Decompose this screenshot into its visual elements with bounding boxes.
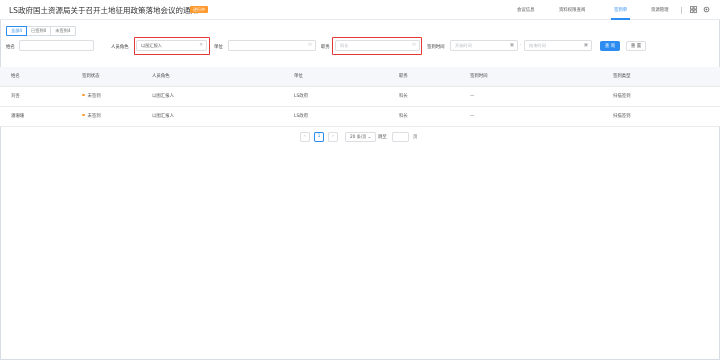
column-header-signin-time: 签到时间	[470, 74, 488, 79]
table-header: 姓名 签到状态 人员角色 单位 职务 签到时间 签到类型	[0, 67, 720, 87]
nav-item-resources[interactable]: 资源管理	[651, 7, 669, 13]
status-dot	[82, 93, 85, 97]
page-title: LS政府国土资源局关于召开土地征用政策落地会议的通知	[9, 6, 198, 15]
cell-role: 以图汇报人	[152, 114, 174, 119]
goto-label: 跳至	[378, 135, 387, 140]
goto-page-input[interactable]	[392, 132, 409, 142]
status-badge: 进行中	[190, 6, 208, 13]
cell-unit: LS政府	[294, 114, 309, 119]
name-label: 姓名	[6, 45, 15, 50]
nav-active-indicator	[611, 18, 630, 20]
nav-divider	[681, 7, 682, 14]
cell-status: 未签到	[82, 87, 101, 107]
cell-signin-time: —	[470, 94, 475, 99]
cell-signin-time: —	[470, 114, 475, 119]
column-header-signin-type: 签到类型	[613, 74, 631, 79]
status-tabs: 全部4 已签到0 未签到4	[6, 26, 76, 36]
column-header-position: 职务	[399, 74, 408, 79]
cell-position: 科长	[399, 114, 408, 119]
signin-time-label: 签到时间	[427, 45, 445, 50]
cell-role: 以图汇报人	[152, 94, 174, 99]
table-row[interactable]: 刘杏 未签到 以图汇报人 LS政府 科长 — 扫描签到	[0, 87, 720, 107]
cell-name: 刘杏	[11, 94, 20, 99]
top-bar: LS政府国土资源局关于召开土地征用政策落地会议的通知 进行中 会议信息 资料权限…	[0, 0, 720, 20]
column-header-status: 签到状态	[82, 74, 100, 79]
cell-position: 科长	[399, 94, 408, 99]
cell-name: 潘珊珊	[11, 114, 25, 119]
page-size-value: 20 条/页	[350, 134, 367, 139]
tab-signed-in[interactable]: 已签到0	[26, 26, 52, 36]
nav-item-meeting-info[interactable]: 会议信息	[517, 7, 535, 13]
cell-status: 未签到	[82, 107, 101, 127]
calendar-icon: ▣	[583, 43, 588, 48]
unit-select[interactable]: ⚇	[228, 40, 316, 51]
unit-label: 单位	[214, 45, 223, 50]
cell-unit: LS政府	[294, 94, 309, 99]
query-button[interactable]: 查 询	[600, 41, 620, 51]
pagination: ‹ 1 › 20 条/页 ⌄ 跳至 页	[0, 132, 720, 142]
position-label: 职务	[321, 45, 330, 50]
page-button[interactable]: 1	[314, 132, 324, 142]
page-unit-label: 页	[413, 135, 418, 140]
nav-item-materials[interactable]: 资料权限查阅	[559, 7, 585, 13]
start-time-placeholder: 开始时间	[455, 43, 472, 48]
end-time-input[interactable]: 结束时间 ▣	[524, 40, 592, 51]
column-header-name: 姓名	[11, 74, 20, 79]
status-dot	[82, 113, 85, 117]
prev-page-button[interactable]: ‹	[300, 132, 310, 142]
end-time-placeholder: 结束时间	[529, 43, 546, 48]
start-time-input[interactable]: 开始时间 ▣	[450, 40, 518, 51]
user-icon: ⚇	[307, 43, 312, 48]
calendar-icon: ▣	[509, 43, 514, 48]
highlight-box-role	[134, 37, 210, 55]
highlight-box-position	[332, 37, 422, 55]
page-size-select[interactable]: 20 条/页 ⌄	[345, 132, 377, 142]
cell-signin-type: 扫描签到	[613, 114, 631, 119]
reset-button[interactable]: 重 置	[626, 41, 646, 51]
role-label: 人员角色	[111, 45, 129, 50]
grid-icon[interactable]	[689, 5, 698, 14]
status-text: 未签到	[87, 114, 101, 119]
chevron-down-icon: ⌄	[367, 134, 372, 139]
table-row[interactable]: 潘珊珊 未签到 以图汇报人 LS政府 科长 — 扫描签到	[0, 107, 720, 127]
status-text: 未签到	[87, 94, 101, 99]
tab-all[interactable]: 全部4	[6, 26, 28, 36]
column-header-role: 人员角色	[152, 74, 170, 79]
gear-icon[interactable]	[702, 5, 711, 14]
nav-item-signin-sheet[interactable]: 签到单	[614, 7, 627, 13]
column-header-unit: 单位	[294, 74, 303, 79]
date-separator: -	[520, 43, 522, 48]
next-page-button[interactable]: ›	[328, 132, 338, 142]
tab-not-signed-in[interactable]: 未签到4	[50, 26, 76, 36]
cell-signin-type: 扫描签到	[613, 94, 631, 99]
name-input[interactable]	[19, 40, 94, 51]
